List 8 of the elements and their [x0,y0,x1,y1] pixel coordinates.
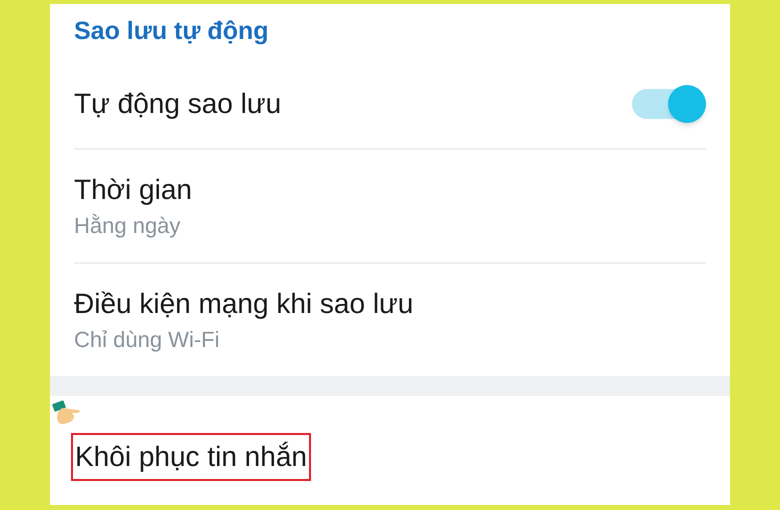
setting-value: Chỉ dùng Wi-Fi [74,326,220,354]
setting-label[interactable]: Điều kiện mạng khi sao lưu [74,284,706,324]
restore-messages-item[interactable]: Khôi phục tin nhắn [71,433,311,481]
setting-value: Hằng ngày [74,212,182,240]
toggle-switch[interactable] [632,84,706,124]
setting-label: Tự động sao lưu [74,87,282,121]
section-title: Sao lưu tự động [74,16,269,48]
setting-label[interactable]: Thời gian [74,170,706,210]
